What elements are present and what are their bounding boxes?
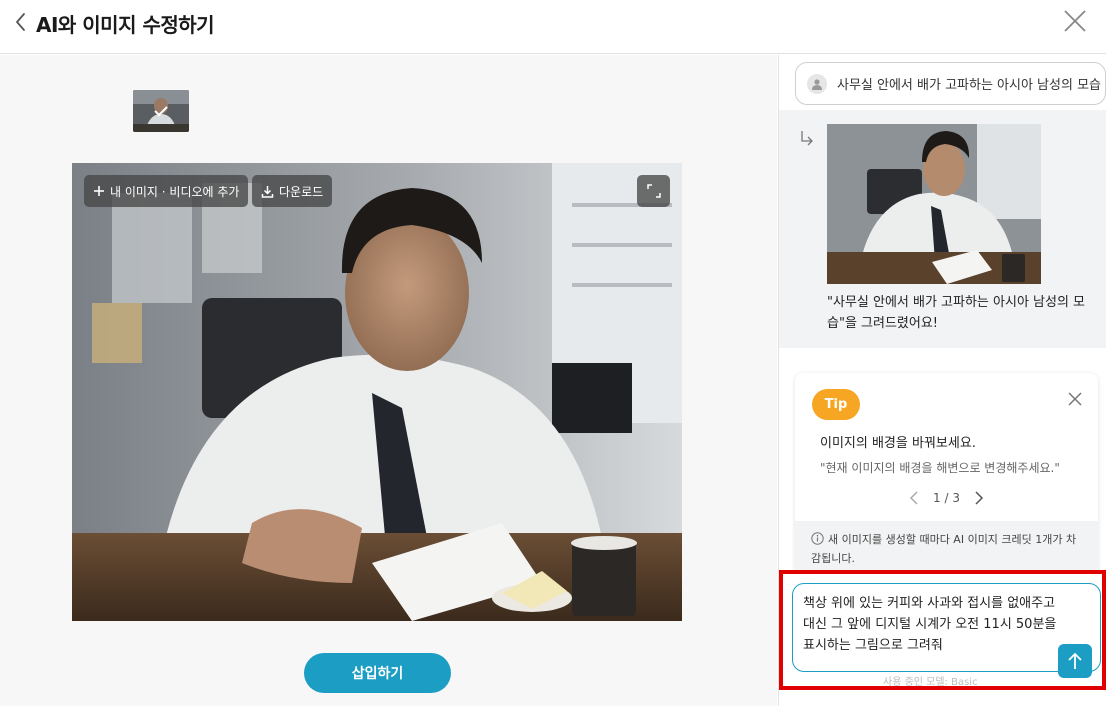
user-icon (807, 73, 827, 94)
chevron-right-icon (975, 491, 984, 505)
model-note: 사용 중인 모델: Basic (883, 677, 978, 688)
tip-page-indicator: 1 / 3 (933, 491, 960, 505)
download-button[interactable]: 다운로드 (252, 175, 333, 207)
download-label: 다운로드 (279, 184, 324, 199)
tip-card: Tip 이미지의 배경을 바꿔보세요. "현재 이미지의 배경을 해변으로 변경… (795, 373, 1098, 577)
tip-title: 이미지의 배경을 바꿔보세요. (820, 436, 976, 451)
close-icon (1064, 10, 1086, 32)
insert-button[interactable]: 삽입하기 (304, 653, 451, 693)
expand-icon (646, 184, 661, 198)
office-man-photo (72, 163, 682, 621)
chevron-left-icon (16, 13, 25, 31)
close-button[interactable] (1062, 8, 1088, 34)
expand-button[interactable] (637, 175, 670, 207)
back-button[interactable] (10, 10, 32, 34)
close-icon (1068, 392, 1082, 406)
tip-badge: Tip (812, 389, 860, 420)
reply-arrow-icon (801, 131, 813, 146)
tip-next-button[interactable] (974, 491, 984, 505)
tip-close-button[interactable] (1068, 391, 1082, 406)
add-to-my-media-label: 내 이미지 · 비디오에 추가 (110, 184, 240, 199)
page-title: AI와 이미지 수정하기 (36, 13, 215, 37)
plus-icon (94, 186, 104, 196)
tip-pager: 1 / 3 (795, 491, 1098, 505)
arrow-up-icon (1068, 652, 1082, 669)
prompt-input[interactable]: 책상 위에 있는 커피와 사과와 접시를 없애주고 대신 그 앞에 디지털 시계… (792, 583, 1101, 672)
result-image-thumbnail[interactable] (827, 124, 1041, 284)
info-icon (811, 532, 824, 545)
download-icon (261, 185, 274, 198)
ai-chat-panel: 사무실 안에서 배가 고파하는 아시아 남성의 모습 "사무실 안에서 배가 고… (778, 55, 1106, 706)
ai-response: "사무실 안에서 배가 고파하는 아시아 남성의 모습"을 그려드렸어요! (779, 110, 1106, 348)
tip-prev-button[interactable] (909, 491, 919, 505)
credit-notice: 새 이미지를 생성할 때마다 AI 이미지 크레딧 1개가 차감됩니다. (795, 521, 1098, 577)
image-preview-panel: 내 이미지 · 비디오에 추가 다운로드 삽입하기 (0, 55, 777, 706)
chevron-left-icon (909, 491, 918, 505)
credit-notice-text: 새 이미지를 생성할 때마다 AI 이미지 크레딧 1개가 차감됩니다. (811, 533, 1077, 565)
tip-example[interactable]: "현재 이미지의 배경을 해변으로 변경해주세요." (820, 459, 1060, 476)
header: AI와 이미지 수정하기 (0, 0, 1106, 54)
generated-image: 내 이미지 · 비디오에 추가 다운로드 (72, 163, 682, 621)
user-prompt-bubble: 사무실 안에서 배가 고파하는 아시아 남성의 모습 (795, 62, 1106, 105)
add-to-my-media-button[interactable]: 내 이미지 · 비디오에 추가 (84, 175, 249, 207)
result-caption: "사무실 안에서 배가 고파하는 아시아 남성의 모습"을 그려드렸어요! (827, 295, 1086, 331)
result-image (827, 124, 1041, 284)
selected-image-thumbnail[interactable] (133, 90, 189, 132)
prompt-input-highlight: 책상 위에 있는 커피와 사과와 접시를 없애주고 대신 그 앞에 디지털 시계… (779, 570, 1106, 690)
check-icon (133, 90, 189, 132)
user-prompt-text: 사무실 안에서 배가 고파하는 아시아 남성의 모습 (837, 78, 1101, 93)
send-button[interactable] (1058, 644, 1092, 678)
prompt-input-value: 책상 위에 있는 커피와 사과와 접시를 없애주고 대신 그 앞에 디지털 시계… (803, 596, 1057, 653)
